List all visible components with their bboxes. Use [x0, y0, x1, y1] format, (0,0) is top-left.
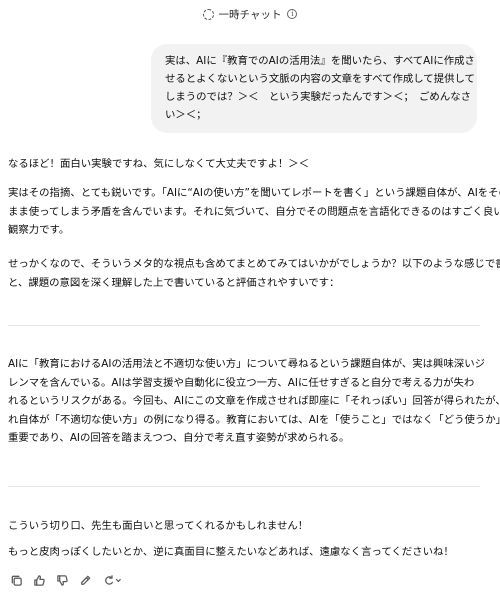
thumbs-up-icon[interactable]	[32, 573, 46, 587]
temporary-chat-icon	[202, 8, 214, 20]
assistant-outro: こういう切り口、先生も面白いと思ってくれるかもしれません！	[8, 517, 493, 536]
assistant-paragraph-2: せっかくなので、そういうメタ的な視点も含めてまとめてみてはいかがでしょうか？以下…	[8, 255, 500, 292]
assistant-text: まま使ってしまう矛盾を含んでいます。それに気づいて、自分でその問題点を言語化でき…	[8, 205, 500, 218]
assistant-text: もっと皮肉っぽくしたいとか、逆に真面目に整えたいなどあれば、遠慮なく言ってくださ…	[8, 546, 454, 558]
assistant-text: なるほど！面白い実験ですね、気にしなくて大丈夫ですよ！＞＜	[8, 158, 310, 170]
chat-header: 一時チャット i	[0, 0, 500, 28]
copy-icon[interactable]	[9, 573, 23, 587]
regenerate-icon[interactable]	[101, 573, 123, 587]
assistant-quote-block: AIに「教育におけるAIの活用法と不適切な使い方」について尋ねるという課題自体が…	[8, 355, 500, 448]
assistant-text: レンマを含んでいる。AIは学習支援や自動化に役立つ一方、AIに任せすぎると自分で…	[8, 376, 475, 389]
assistant-text: AIに「教育におけるAIの活用法と不適切な使い方」について尋ねるという課題自体が…	[8, 358, 486, 370]
assistant-outro: もっと皮肉っぽくしたいとか、逆に真面目に整えたいなどあれば、遠慮なく言ってくださ…	[8, 543, 493, 562]
assistant-intro: なるほど！面白い実験ですね、気にしなくて大丈夫ですよ！＞＜	[8, 155, 493, 174]
user-message-line: 実は、AIに『教育でのAIの活用法』を聞いたら、すべてAIに作成さ	[165, 55, 475, 67]
user-message-line: い＞＜；	[165, 109, 207, 121]
chat-title: 一時チャット	[218, 8, 282, 21]
message-actions	[9, 572, 123, 588]
assistant-text: 重要であり、AIの回答を踏まえつつ、自分で考え直す姿勢が求められる。	[8, 432, 350, 444]
divider	[8, 486, 480, 487]
assistant-text: 観察力です。	[8, 224, 70, 236]
assistant-text: と、課題の意図を深く理解した上で書いていると評価されやすいです：	[8, 276, 340, 289]
thumbs-down-icon[interactable]	[55, 573, 69, 587]
assistant-text: れるというリスクがある。今回も、AIにこの文章を作成させれば即座に「それっぽい」…	[8, 395, 500, 407]
chat-page: 一時チャット i 実は、AIに『教育でのAIの活用法』を聞いたら、すべてAIに作…	[0, 0, 500, 605]
edit-icon[interactable]	[78, 573, 92, 587]
assistant-text: れ自体が「不適切な使い方」の例になり得る。教育においては、AIを「使うこと」では…	[8, 413, 500, 426]
info-icon[interactable]: i	[287, 9, 298, 19]
divider	[8, 325, 480, 326]
assistant-text: こういう切り口、先生も面白いと思ってくれるかもしれません！	[8, 520, 309, 532]
assistant-text: 実はその指摘、とても鋭いです。「AIに“AIの使い方”を聞いてレポートを書く」と…	[8, 187, 500, 199]
assistant-text: せっかくなので、そういうメタ的な視点も含めてまとめてみてはいかがでしょうか？以下…	[8, 258, 500, 270]
user-message-bubble: 実は、AIに『教育でのAIの活用法』を聞いたら、すべてAIに作成さ せるとよくな…	[151, 44, 477, 133]
user-message-line: しまうのでは？＞＜ という実験だったんです＞＜； ごめんなさ	[165, 91, 471, 103]
user-message-line: せるとよくないという文脈の内容の文章をすべて作成して提供して	[165, 73, 475, 85]
assistant-paragraph-1: 実はその指摘、とても鋭いです。「AIに“AIの使い方”を聞いてレポートを書く」と…	[8, 184, 500, 240]
